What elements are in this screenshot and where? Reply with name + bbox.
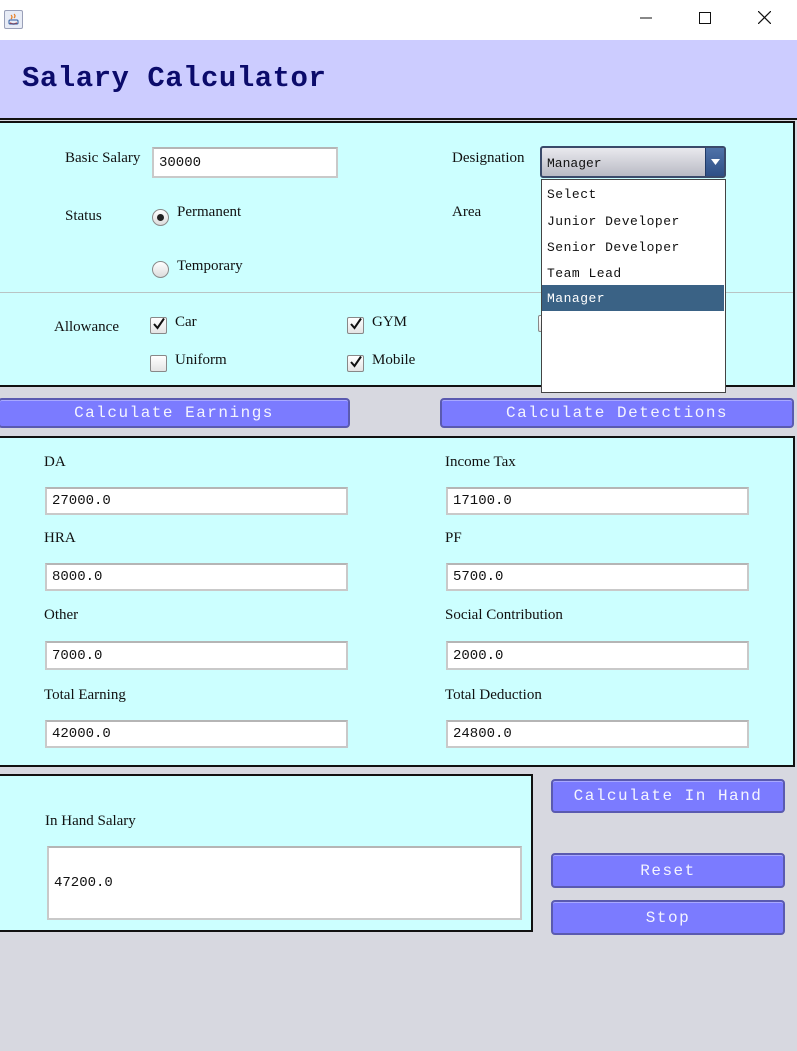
total-earning-field[interactable]: 42000.0 (45, 720, 348, 748)
in-hand-salary-label: In Hand Salary (45, 813, 136, 829)
da-field[interactable]: 27000.0 (45, 487, 348, 515)
checkmark-icon (349, 355, 363, 373)
close-icon (757, 10, 771, 29)
da-label: DA (44, 454, 66, 470)
income-tax-field[interactable]: 17100.0 (446, 487, 749, 515)
allowance-gym-label[interactable]: GYM (372, 314, 407, 331)
hra-label: HRA (44, 530, 76, 546)
close-button[interactable] (735, 0, 793, 40)
reset-button[interactable]: Reset (551, 853, 785, 888)
income-tax-label: Income Tax (445, 454, 516, 470)
in-hand-salary-field[interactable]: 47200.0 (47, 846, 522, 920)
basic-salary-label: Basic Salary (65, 150, 141, 166)
chevron-down-icon[interactable] (705, 148, 724, 176)
stop-button[interactable]: Stop (551, 900, 785, 935)
status-label: Status (65, 208, 102, 224)
allowance-uniform-checkbox[interactable] (150, 355, 167, 372)
allowance-car-label[interactable]: Car (175, 314, 197, 331)
social-contribution-field[interactable]: 2000.0 (446, 641, 749, 670)
total-earning-label: Total Earning (44, 687, 126, 703)
other-label: Other (44, 607, 79, 623)
java-app-icon (4, 10, 23, 29)
results-panel (0, 436, 795, 767)
pf-field[interactable]: 5700.0 (446, 563, 749, 591)
calculate-in-hand-button[interactable]: Calculate In Hand (551, 779, 785, 813)
designation-option-selected[interactable]: Manager (542, 285, 724, 311)
designation-option[interactable]: Junior Developer (542, 208, 724, 234)
maximize-icon (699, 11, 711, 29)
minimize-icon (640, 11, 652, 29)
minimize-button[interactable] (617, 0, 675, 40)
basic-salary-input[interactable]: 30000 (152, 147, 338, 178)
designation-option[interactable]: Select (542, 181, 724, 207)
status-temporary-label[interactable]: Temporary (177, 258, 243, 275)
other-field[interactable]: 7000.0 (45, 641, 348, 670)
designation-dropdown-list[interactable]: Select Junior Developer Senior Developer… (541, 179, 726, 393)
designation-label: Designation (452, 150, 525, 166)
pf-label: PF (445, 530, 462, 546)
hra-field[interactable]: 8000.0 (45, 563, 348, 591)
status-temporary-radio[interactable] (152, 261, 169, 278)
designation-option[interactable]: Team Lead (542, 260, 724, 286)
allowance-gym-checkbox[interactable] (347, 317, 364, 334)
allowance-mobile-checkbox[interactable] (347, 355, 364, 372)
status-permanent-label[interactable]: Permanent (177, 204, 241, 221)
designation-selected-value: Manager (547, 156, 602, 171)
maximize-button[interactable] (676, 0, 734, 40)
checkmark-icon (349, 317, 363, 335)
calculate-earnings-button[interactable]: Calculate Earnings (0, 398, 350, 428)
allowance-label: Allowance (54, 319, 119, 335)
area-label: Area (452, 204, 482, 220)
designation-combobox[interactable]: Manager (540, 146, 726, 178)
allowance-uniform-label[interactable]: Uniform (175, 352, 227, 369)
status-permanent-radio[interactable] (152, 209, 169, 226)
total-deduction-label: Total Deduction (445, 687, 542, 703)
social-contribution-label: Social Contribution (445, 607, 563, 623)
allowance-mobile-label[interactable]: Mobile (372, 352, 415, 369)
allowance-car-checkbox[interactable] (150, 317, 167, 334)
designation-option[interactable]: Senior Developer (542, 234, 724, 260)
total-deduction-field[interactable]: 24800.0 (446, 720, 749, 748)
app-title: Salary Calculator (22, 62, 327, 95)
checkmark-icon (152, 317, 166, 335)
calculate-deductions-button[interactable]: Calculate Detections (440, 398, 794, 428)
